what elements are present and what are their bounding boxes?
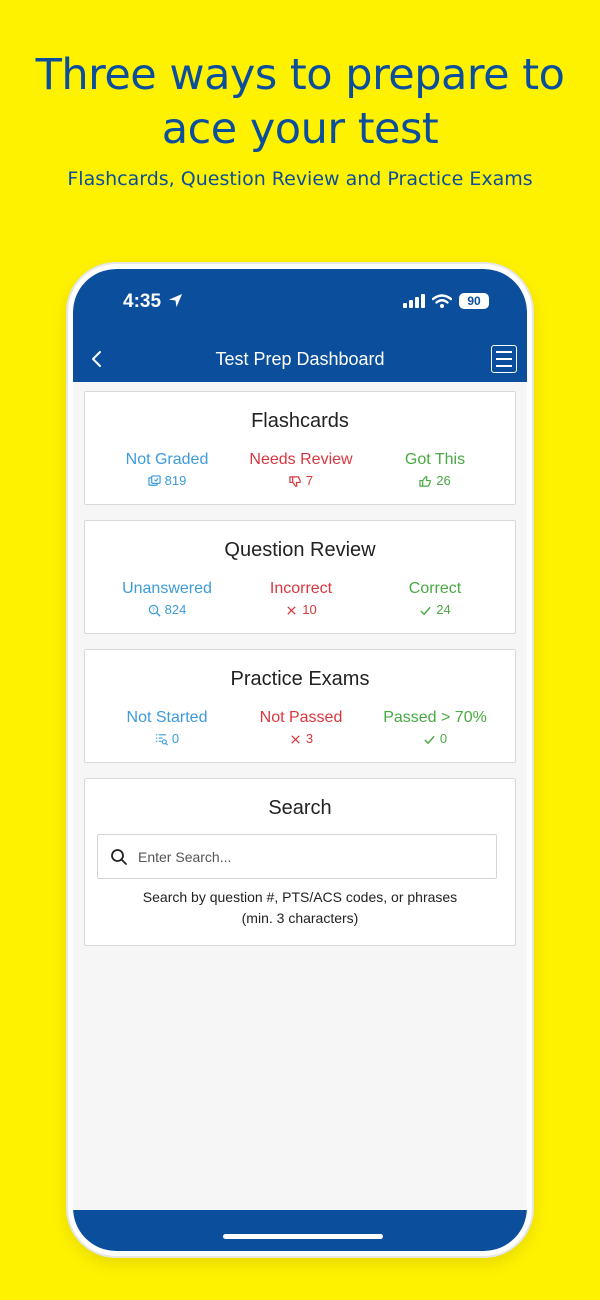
- page-title: Test Prep Dashboard: [215, 349, 385, 369]
- practice-exams-card[interactable]: Practice Exams Not Started 0 Not Passed …: [84, 649, 516, 763]
- menu-line: [496, 351, 512, 353]
- wifi-icon: [432, 294, 452, 308]
- stat-count: 3: [229, 731, 373, 747]
- stat-label: Not Passed: [259, 709, 343, 726]
- status-time-text: 4:35: [123, 291, 162, 312]
- stat-label: Passed > 70%: [383, 709, 487, 726]
- cards-icon: [147, 474, 161, 486]
- promo-title-line2: ace your test: [161, 104, 439, 154]
- search-input[interactable]: [138, 835, 488, 878]
- battery-icon: 90: [459, 293, 489, 309]
- location-arrow-icon: [169, 293, 183, 308]
- stat-label: Unanswered: [122, 580, 212, 597]
- stat-count: 7: [229, 473, 373, 489]
- stat-passed[interactable]: Passed > 70% 0: [363, 708, 507, 747]
- x-icon: [291, 734, 300, 744]
- stat-count-value: 26: [436, 473, 451, 488]
- search-help-text: Search by question #, PTS/ACS codes, or …: [105, 887, 495, 929]
- stat-incorrect[interactable]: Incorrect 10: [229, 579, 373, 618]
- svg-text:?: ?: [151, 606, 154, 613]
- search-box[interactable]: [97, 834, 497, 879]
- stat-got-this[interactable]: Got This 26: [363, 450, 507, 489]
- menu-line: [496, 365, 512, 367]
- search-help-line1: Search by question #, PTS/ACS codes, or …: [142, 889, 458, 905]
- promo-title: Three ways to prepare to ace your test: [0, 48, 600, 156]
- stat-count-value: 819: [164, 473, 187, 488]
- promo-title-line1: Three ways to prepare to: [35, 50, 565, 100]
- promo-subtitle: Flashcards, Question Review and Practice…: [67, 168, 533, 190]
- stat-count: 819: [95, 473, 239, 489]
- list-search-icon: [155, 733, 168, 745]
- home-indicator[interactable]: [223, 1234, 383, 1239]
- practice-exams-title: Practice Exams: [230, 668, 370, 690]
- stat-count-value: 824: [164, 602, 187, 617]
- menu-line: [496, 358, 512, 360]
- search-help-line2: (min. 3 characters): [241, 910, 359, 926]
- flashcards-card[interactable]: Flashcards Not Graded 819 Needs Review 7…: [84, 391, 516, 505]
- stat-count: 0: [363, 731, 507, 747]
- status-time: 4:35: [123, 291, 183, 313]
- question-search-icon: ?: [148, 604, 161, 617]
- stat-label: Needs Review: [249, 451, 353, 468]
- stat-count-value: 0: [439, 731, 448, 746]
- thumbs-up-icon: [419, 475, 432, 487]
- menu-button[interactable]: [491, 345, 517, 373]
- search-icon: [111, 849, 127, 865]
- flashcards-title: Flashcards: [251, 410, 349, 432]
- phone-frame: 4:35 90 Test Prep Dashboard Flashcards N…: [68, 264, 532, 1256]
- stat-count-value: 24: [436, 602, 451, 617]
- search-title: Search: [268, 797, 332, 819]
- stat-label: Not Graded: [125, 451, 209, 468]
- stat-label: Not Started: [126, 709, 208, 726]
- stat-not-started[interactable]: Not Started 0: [95, 708, 239, 747]
- stat-count: 10: [229, 602, 373, 618]
- app-header: 4:35 90 Test Prep Dashboard: [73, 269, 527, 382]
- stat-count-value: 0: [171, 731, 180, 746]
- question-review-title: Question Review: [224, 539, 376, 561]
- signal-icon: [403, 294, 425, 308]
- stat-count: 24: [363, 602, 507, 618]
- stat-not-graded[interactable]: Not Graded 819: [95, 450, 239, 489]
- app-screen: 4:35 90 Test Prep Dashboard Flashcards N…: [73, 269, 527, 1251]
- check-icon: [424, 735, 435, 744]
- search-card: Search Search by question #, PTS/ACS cod…: [84, 778, 516, 946]
- stat-not-passed[interactable]: Not Passed 3: [229, 708, 373, 747]
- check-icon: [420, 606, 431, 615]
- stat-unanswered[interactable]: Unanswered ? 824: [95, 579, 239, 618]
- x-icon: [287, 605, 296, 615]
- stat-needs-review[interactable]: Needs Review 7: [229, 450, 373, 489]
- stat-count: ? 824: [95, 602, 239, 618]
- status-icons: 90: [403, 293, 489, 309]
- battery-level: 90: [467, 294, 481, 308]
- stat-count: 26: [363, 473, 507, 489]
- stat-label: Incorrect: [269, 580, 333, 597]
- question-review-card[interactable]: Question Review Unanswered ? 824 Incorre…: [84, 520, 516, 634]
- stat-count-value: 10: [302, 602, 317, 617]
- stat-label: Got This: [404, 451, 466, 468]
- bottom-bar: [73, 1210, 527, 1251]
- thumbs-down-icon: [289, 475, 301, 487]
- stat-correct[interactable]: Correct 24: [363, 579, 507, 618]
- stat-label: Correct: [408, 580, 462, 597]
- stat-count-value: 7: [305, 473, 314, 488]
- stat-count-value: 3: [305, 731, 314, 746]
- stat-count: 0: [95, 731, 239, 747]
